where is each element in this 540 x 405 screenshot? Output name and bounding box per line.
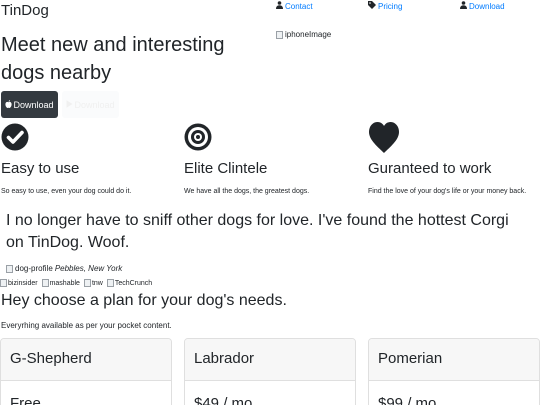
press-logo: TechCrunch	[106, 279, 153, 287]
broken-image-icon	[106, 279, 114, 287]
press-logo: mashable	[41, 279, 80, 287]
pricing-card: G-Shepherd Free	[0, 338, 172, 405]
hero-phone-image: iphoneImage	[276, 30, 331, 39]
press-logo: tnw	[83, 279, 103, 287]
nav-link-contact[interactable]: Contact	[276, 1, 313, 11]
broken-image-icon	[83, 279, 91, 287]
feature-title: Easy to use	[1, 160, 80, 177]
pricing-card: Labrador $49 / mo	[184, 338, 356, 405]
image-alt-text: TechCrunch	[114, 279, 153, 287]
image-alt-text: bizinsider	[8, 279, 38, 287]
nav-link-label: Contact	[285, 1, 313, 11]
broken-image-icon	[0, 279, 7, 287]
feature-title: Guranteed to work	[368, 160, 492, 177]
nav-link-label: Download	[469, 1, 505, 11]
google-play-icon	[66, 99, 73, 110]
download-apple-button[interactable]: Download	[1, 91, 58, 118]
navbar-brand[interactable]: TinDog	[1, 2, 49, 19]
nav-link-pricing[interactable]: Pricing	[368, 1, 402, 11]
nav-link-download[interactable]: Download	[460, 1, 505, 11]
plan-name: G-Shepherd	[1, 339, 171, 381]
image-alt-text: iphoneImage	[285, 30, 332, 39]
image-alt-text: tnw	[91, 279, 103, 287]
image-alt-text: dog-profile	[15, 264, 53, 273]
image-alt-text: mashable	[49, 279, 80, 287]
feature-title: Elite Clintele	[184, 160, 268, 177]
broken-image-icon	[276, 30, 283, 39]
plan-price: $99 / mo	[378, 395, 437, 405]
pricing-title: Hey choose a plan for your dog's needs.	[1, 292, 287, 309]
nav-link-label: Pricing	[378, 1, 403, 11]
feature-text: We have all the dogs, the greatest dogs.	[184, 188, 310, 195]
pricing-subtitle: Everyrhing available as per your pocket …	[1, 321, 172, 330]
download-button-label: Download	[13, 99, 54, 110]
download-button-label: Download	[74, 99, 115, 110]
hero-title: Meet new and interesting dogs nearby	[1, 34, 225, 84]
apple-icon	[5, 99, 13, 110]
testimonial-author: Pebbles, New York	[54, 264, 123, 273]
broken-image-icon	[6, 264, 13, 273]
bullseye-icon	[184, 120, 216, 156]
plan-name: Pomerian	[369, 339, 539, 381]
download-google-button[interactable]: Download	[62, 91, 119, 118]
feature-text: So easy to use, even your dog could do i…	[1, 188, 132, 195]
press-logo: bizinsider	[0, 279, 38, 287]
pricing-card: Pomerian $99 / mo	[368, 338, 540, 405]
plan-price: Free	[10, 395, 41, 405]
plan-name: Labrador	[185, 339, 355, 381]
tag-icon	[368, 1, 376, 11]
plan-price: $49 / mo	[194, 395, 253, 405]
user-icon	[276, 1, 283, 11]
heart-icon	[368, 120, 400, 156]
testimonial-quote: I no longer have to sniff other dogs for…	[6, 212, 509, 251]
broken-image-icon	[41, 279, 49, 287]
user-icon	[460, 1, 467, 11]
testimonial-profile: dog-profile Pebbles, New York	[6, 264, 122, 273]
feature-text: Find the love of your dog's life or your…	[368, 188, 527, 195]
press-logos: bizinsider mashable tnw TechCrunch	[0, 279, 152, 287]
check-circle-icon	[1, 120, 33, 156]
